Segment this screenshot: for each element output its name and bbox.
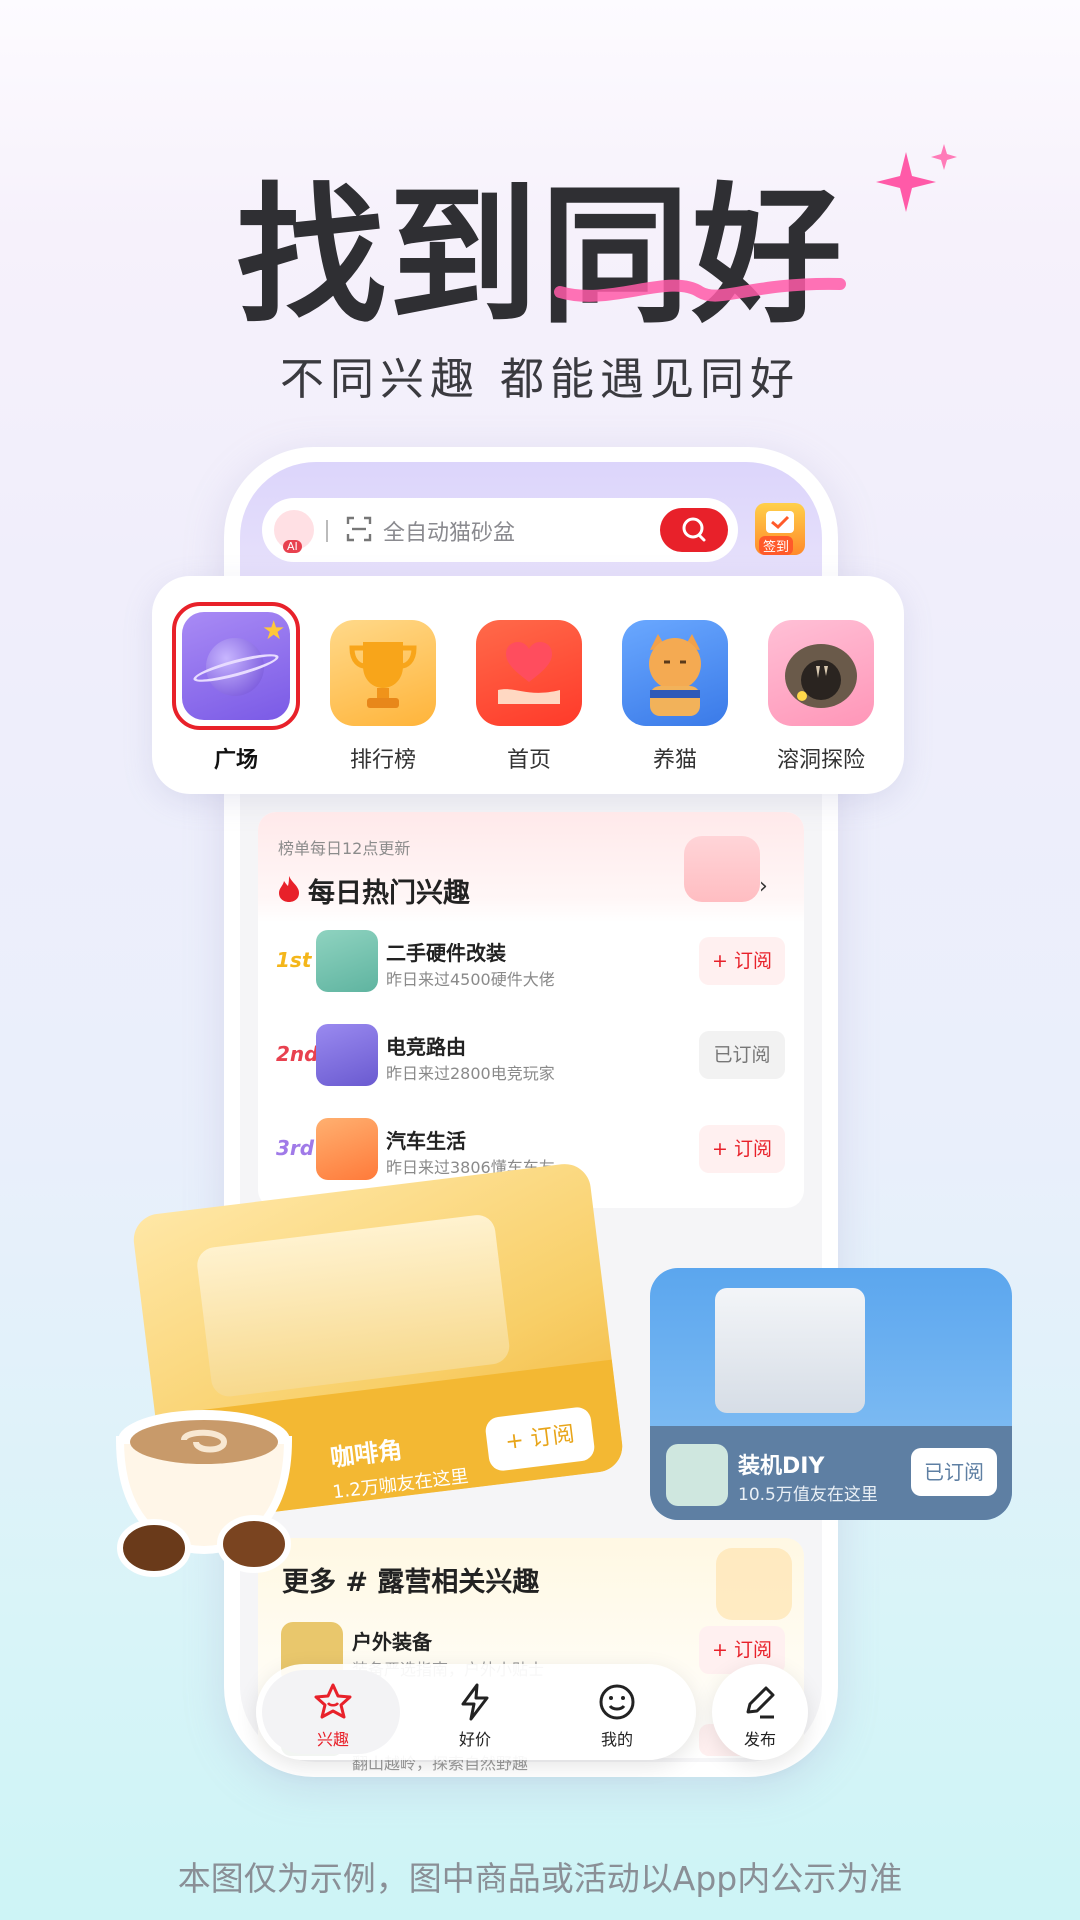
interest-visitors: 昨日来过2800电竞玩家 [386,1064,555,1083]
tab-interests[interactable]: 兴趣 [293,1726,373,1750]
interest-name[interactable]: 二手硬件改装 [386,937,506,966]
hot-interests-title[interactable]: 每日热门兴趣 [308,871,470,910]
page-subtitle: 不同兴趣 都能遇见同好 [280,354,800,405]
search-divider [326,520,328,542]
nav-label-plaza: 广场 [213,748,258,773]
nav-label-cats: 养猫 [652,748,697,773]
rank-badge: 2nd [276,1042,319,1066]
nav-item-plaza[interactable]: ★ [172,602,300,730]
pc-case-illustration [715,1288,865,1413]
interest-name[interactable]: 电竞路由 [386,1031,466,1060]
signin-label: 签到 [759,536,794,555]
interest-name[interactable]: 汽车生活 [386,1125,466,1154]
chevron-right-icon[interactable]: › [759,874,768,899]
planet-icon: ★ [182,612,290,720]
flame-icon [279,876,299,902]
publish-label[interactable]: 发布 [720,1726,800,1750]
search-button[interactable] [660,508,728,552]
smile-icon[interactable] [597,1682,637,1722]
search-icon [682,517,706,542]
headline-underline [554,277,846,302]
bolt-icon[interactable] [455,1682,495,1722]
heart-hand-icon [498,642,560,704]
subscribe-button[interactable]: + 订阅 [699,937,785,985]
ranking-update-note: 榜单每日12点更新 [278,839,411,858]
nav-item-ranking[interactable] [330,620,436,726]
badge-deco-icon [716,1548,792,1620]
nav-item-cats[interactable] [622,620,728,726]
router-thumb [316,1024,378,1086]
nav-item-home[interactable] [476,620,582,726]
disclaimer-text: 本图仅为示例，图中商品或活动以App内公示为准 [177,1859,903,1898]
interest-visitors: 昨日来过4500硬件大佬 [386,970,555,989]
search-input[interactable]: 全自动猫砂盆 [383,515,515,547]
subscribe-button[interactable]: + 订阅 [699,1125,785,1173]
interest-name[interactable]: 户外装备 [352,1626,432,1655]
cat-icon [649,634,701,716]
pc-build-thumb [666,1444,728,1506]
rank-badge: 1st [276,948,312,972]
subscribed-button[interactable]: 已订阅 [699,1031,785,1079]
tab-deals[interactable]: 好价 [435,1726,515,1750]
pc-build-name: 装机DIY [738,1454,825,1479]
nav-label-ranking: 排行榜 [349,748,416,773]
nav-item-caving[interactable] [768,620,874,726]
rank-badge: 3rd [276,1136,315,1160]
coffee-machine-illustration [195,1213,512,1399]
calendar-icon [766,511,794,533]
sparkle-icon [876,144,957,212]
more-interests-title: 更多 # 露营相关兴趣 [282,1567,540,1598]
scan-icon[interactable] [346,516,372,542]
trophy-icon [349,642,417,708]
cave-icon [785,644,857,708]
coffee-cup-icon [115,1410,293,1577]
hardware-mod-thumb [316,930,378,992]
pc-build-subscribed-button[interactable]: 已订阅 [911,1448,997,1496]
ai-badge: AI [283,540,302,553]
nav-label-home: 首页 [506,748,551,773]
tab-me[interactable]: 我的 [577,1726,657,1750]
pen-icon [746,1686,775,1719]
star-face-icon[interactable] [313,1682,353,1722]
pc-build-members: 10.5万值友在这里 [738,1485,878,1505]
heart-badge-icon [684,836,760,902]
nav-label-caving: 溶洞探险 [776,748,865,773]
car-thumb [316,1118,378,1180]
